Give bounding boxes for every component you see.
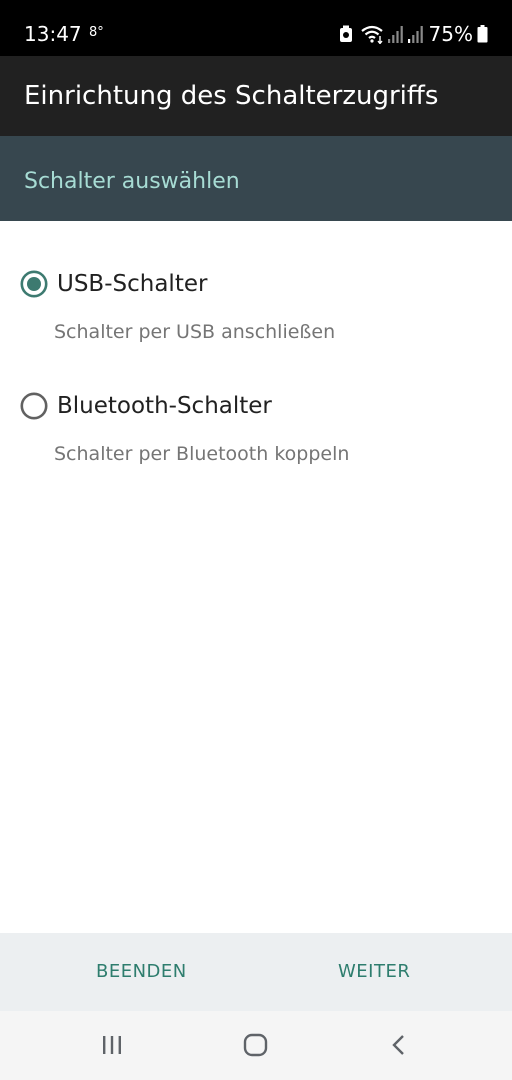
cancel-button[interactable]: BEENDEN xyxy=(96,959,187,985)
app-bar: Einrichtung des Schalterzugriffs xyxy=(0,56,512,136)
navigation-bar xyxy=(0,1011,512,1080)
radio-button-selected[interactable] xyxy=(20,270,48,298)
signal-icon xyxy=(387,24,405,44)
signal-icon-2 xyxy=(407,24,425,44)
option-label: USB-Schalter xyxy=(57,271,208,297)
option-label: Bluetooth-Schalter xyxy=(57,393,272,419)
wifi-icon xyxy=(360,24,385,44)
option-description: Schalter per Bluetooth koppeln xyxy=(54,443,350,465)
next-button[interactable]: WEITER xyxy=(338,959,410,985)
status-icons: 75% xyxy=(339,20,488,48)
battery-percentage: 75% xyxy=(428,22,473,46)
option-bluetooth-switch[interactable]: Bluetooth-Schalter Schalter per Bluetoot… xyxy=(0,374,512,484)
back-icon[interactable] xyxy=(388,1033,412,1061)
page-title: Einrichtung des Schalterzugriffs xyxy=(24,81,439,111)
home-icon[interactable] xyxy=(243,1033,269,1061)
radio-button-unselected[interactable] xyxy=(20,392,48,420)
option-description: Schalter per USB anschließen xyxy=(54,321,336,343)
button-bar: BEENDEN WEITER xyxy=(0,933,512,1011)
status-temperature: 8° xyxy=(89,25,104,40)
battery-icon xyxy=(477,25,488,43)
section-title: Schalter auswählen xyxy=(24,169,240,194)
section-header: Schalter auswählen xyxy=(0,136,512,221)
status-time: 13:47 xyxy=(24,22,82,46)
recent-apps-icon[interactable] xyxy=(100,1033,124,1061)
status-bar: 13:47 8° 75% xyxy=(0,0,512,56)
option-usb-switch[interactable]: USB-Schalter Schalter per USB anschließe… xyxy=(0,252,512,362)
recycle-icon xyxy=(339,25,353,43)
